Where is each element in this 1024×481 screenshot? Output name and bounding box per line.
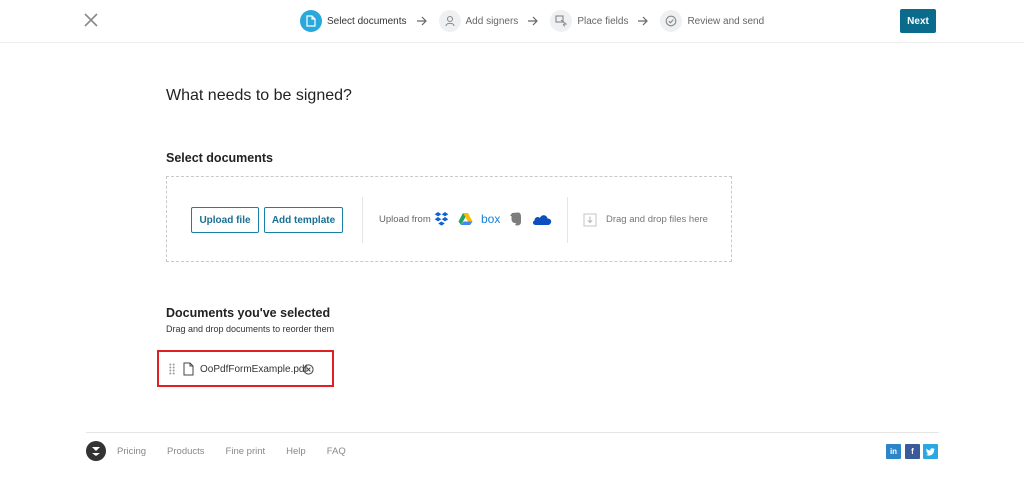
onedrive-icon[interactable] [531,211,553,227]
step-label: Add signers [465,15,519,27]
next-button[interactable]: Next [900,9,936,33]
person-icon [438,10,461,32]
step-label: Review and send [687,15,765,27]
step-review-and-send[interactable]: Review and send [660,10,764,32]
svg-text:box: box [481,212,500,226]
footer-link-pricing[interactable]: Pricing [117,446,146,457]
download-icon [583,213,597,227]
box-icon[interactable]: box [481,211,501,227]
upload-file-button[interactable]: Upload file [191,207,259,233]
footer-link-faq[interactable]: FAQ [327,446,346,457]
drag-and-drop-label: Drag and drop files here [606,214,708,225]
file-icon [183,362,194,376]
upload-from-label: Upload from [379,214,431,225]
arrow-right-icon [416,16,427,26]
step-place-fields[interactable]: Place fields [550,10,628,32]
field-cursor-icon [550,10,573,32]
step-add-signers[interactable]: Add signers [438,10,519,32]
arrow-right-icon [528,16,539,26]
drag-handle-icon[interactable] [169,363,175,375]
logo-mark-icon [92,447,100,456]
footer-links: Pricing Products Fine print Help FAQ [117,446,367,457]
step-label: Select documents [327,15,407,27]
footer-link-products[interactable]: Products [167,446,205,457]
logo-icon[interactable] [86,441,106,461]
progress-steps: Select documents Add signers Place field… [300,9,764,33]
selected-document-item[interactable]: OoPdfFormExample.pdf [157,350,334,387]
page-title: What needs to be signed? [166,87,352,104]
twitter-bird-icon [926,447,935,456]
dropbox-icon[interactable] [434,211,449,227]
divider [567,197,568,243]
document-icon [300,10,322,32]
check-circle-icon [660,10,683,32]
document-name: OoPdfFormExample.pdf [200,364,308,375]
footer-link-help[interactable]: Help [286,446,306,457]
selected-documents-heading: Documents you've selected [166,306,331,320]
divider [362,197,363,243]
footer-link-fine-print[interactable]: Fine print [226,446,266,457]
linkedin-icon[interactable]: in [886,444,901,459]
footer-divider [86,432,939,433]
close-icon[interactable] [83,12,99,28]
arrow-right-icon [638,16,649,26]
remove-document-icon[interactable] [303,364,314,375]
reorder-hint: Drag and drop documents to reorder them [166,324,335,334]
twitter-icon[interactable] [923,444,938,459]
step-label: Place fields [577,15,629,27]
upload-dropzone[interactable]: Upload file Add template Upload from box… [166,176,732,262]
facebook-icon[interactable]: f [905,444,920,459]
add-template-button[interactable]: Add template [264,207,343,233]
select-documents-heading: Select documents [166,151,273,165]
evernote-icon[interactable] [509,211,523,227]
step-select-documents[interactable]: Select documents [300,10,407,32]
top-header: Select documents Add signers Place field… [0,0,1024,43]
google-drive-icon[interactable] [458,211,473,227]
